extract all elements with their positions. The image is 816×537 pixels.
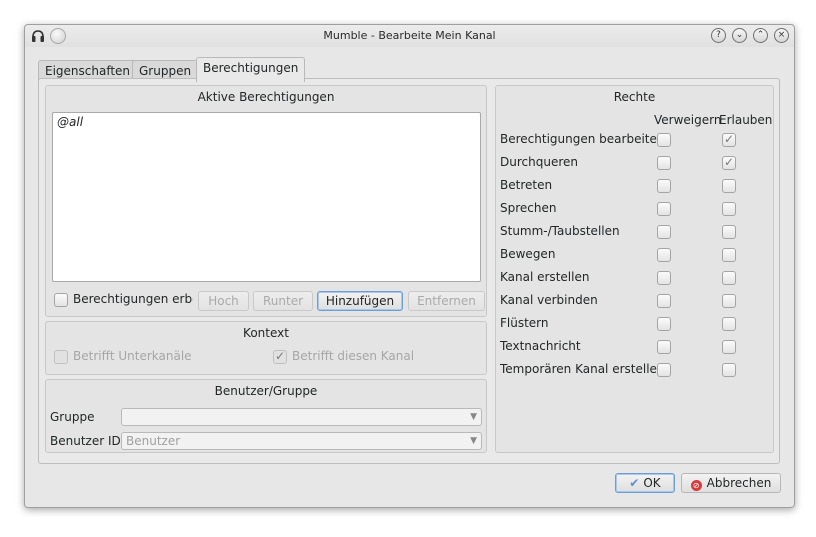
deny-checkbox[interactable] — [657, 202, 671, 216]
allow-checkbox[interactable] — [722, 317, 736, 331]
context-group: Kontext Betrifft Unterkanäle ✓ Betrifft … — [45, 321, 487, 375]
active-permissions-title: Aktive Berechtigungen — [197, 90, 335, 104]
ok-button[interactable]: ✔ OK — [615, 473, 675, 493]
deny-checkbox[interactable] — [657, 271, 671, 285]
right-label: Kanal verbinden — [500, 293, 598, 307]
check-icon: ✓ — [724, 155, 735, 169]
remove-button[interactable]: Entfernen — [408, 291, 485, 311]
user-id-label: Benutzer ID — [50, 434, 121, 448]
right-label: Bewegen — [500, 247, 556, 261]
tab-berechtigungen[interactable]: Berechtigungen — [196, 57, 306, 82]
user-combo[interactable]: Benutzer ▼ — [121, 432, 482, 450]
up-button[interactable]: Hoch — [198, 291, 249, 311]
cancel-icon: ⊘ — [690, 480, 702, 491]
user-group-title: Benutzer/Gruppe — [214, 384, 318, 398]
chevron-down-icon: ▼ — [470, 412, 477, 422]
allow-checkbox[interactable] — [722, 271, 736, 285]
deny-checkbox[interactable] — [657, 156, 671, 170]
tab-label: Gruppen — [139, 64, 192, 78]
check-icon: ✓ — [275, 349, 286, 363]
list-item[interactable]: @all — [57, 115, 83, 129]
allow-checkbox[interactable] — [722, 363, 736, 377]
permissions-list[interactable]: @all — [52, 112, 481, 282]
allow-checkbox[interactable] — [722, 225, 736, 239]
deny-column-header: Verweigern — [654, 113, 722, 127]
help-button[interactable]: ? — [711, 28, 726, 43]
this-channel-label: Betrifft diesen Kanal — [292, 349, 415, 363]
title-bar[interactable]: Mumble - Bearbeite Mein Kanal ? ⌄ ⌃ × — [25, 25, 794, 47]
right-label: Flüstern — [500, 316, 549, 330]
right-label: Temporären Kanal erstellen — [500, 362, 665, 376]
allow-checkbox[interactable]: ✓ — [722, 155, 736, 170]
deny-checkbox[interactable] — [657, 225, 671, 239]
allow-checkbox[interactable] — [722, 340, 736, 354]
right-label: Kanal erstellen — [500, 270, 590, 284]
deny-checkbox[interactable] — [657, 294, 671, 308]
dialog-window: Mumble - Bearbeite Mein Kanal ? ⌄ ⌃ × Ei… — [24, 24, 795, 508]
right-label: Berechtigungen bearbeiten — [500, 132, 665, 146]
allow-column-header: Erlauben — [719, 113, 773, 127]
down-button[interactable]: Runter — [253, 291, 313, 311]
cancel-button[interactable]: ⊘ Abbrechen — [681, 473, 781, 493]
deny-checkbox[interactable] — [657, 363, 671, 377]
group-combo[interactable]: ▼ — [121, 408, 482, 426]
deny-checkbox[interactable] — [657, 133, 671, 147]
inherit-permissions-label: Berechtigungen erben — [73, 292, 193, 306]
active-permissions-group: Aktive Berechtigungen @all Berechtigunge… — [45, 85, 487, 317]
allow-checkbox[interactable] — [722, 294, 736, 308]
window-title: Mumble - Bearbeite Mein Kanal — [323, 29, 496, 42]
user-group-group: Benutzer/Gruppe Gruppe ▼ Benutzer ID Ben… — [45, 379, 487, 453]
sub-channels-label: Betrifft Unterkanäle — [73, 349, 192, 363]
ok-label: OK — [643, 476, 661, 490]
right-label: Durchqueren — [500, 155, 578, 169]
cancel-label: Abbrechen — [706, 476, 772, 490]
group-label: Gruppe — [50, 410, 95, 424]
tab-label: Berechtigungen — [203, 61, 299, 75]
allow-checkbox[interactable] — [722, 248, 736, 262]
add-button[interactable]: Hinzufügen — [317, 291, 403, 311]
deny-checkbox[interactable] — [657, 340, 671, 354]
sub-channels-checkbox[interactable] — [54, 350, 68, 364]
allow-checkbox[interactable] — [722, 202, 736, 216]
check-icon: ✓ — [724, 132, 735, 146]
right-label: Textnachricht — [500, 339, 581, 353]
rights-title: Rechte — [613, 90, 656, 104]
tab-content: Aktive Berechtigungen @all Berechtigunge… — [38, 78, 780, 464]
this-channel-checkbox[interactable]: ✓ — [273, 349, 287, 364]
right-label: Stumm-/Taubstellen — [500, 224, 620, 238]
deny-checkbox[interactable] — [657, 317, 671, 331]
context-title: Kontext — [243, 326, 289, 340]
inherit-permissions-checkbox[interactable] — [54, 293, 68, 307]
deny-checkbox[interactable] — [657, 179, 671, 193]
allow-checkbox[interactable] — [722, 179, 736, 193]
chevron-down-icon: ▼ — [470, 436, 477, 446]
tab-label: Eigenschaften — [45, 64, 131, 78]
user-placeholder: Benutzer — [126, 434, 181, 448]
minimize-button[interactable]: ⌄ — [732, 28, 747, 43]
maximize-button[interactable]: ⌃ — [753, 28, 768, 43]
right-label: Sprechen — [500, 201, 557, 215]
right-label: Betreten — [500, 178, 553, 192]
rights-group: Rechte Verweigern Erlauben Berechtigunge… — [495, 85, 774, 453]
close-button[interactable]: × — [774, 28, 789, 43]
allow-checkbox[interactable]: ✓ — [722, 132, 736, 147]
ok-check-icon: ✔ — [629, 476, 640, 490]
deny-checkbox[interactable] — [657, 248, 671, 262]
